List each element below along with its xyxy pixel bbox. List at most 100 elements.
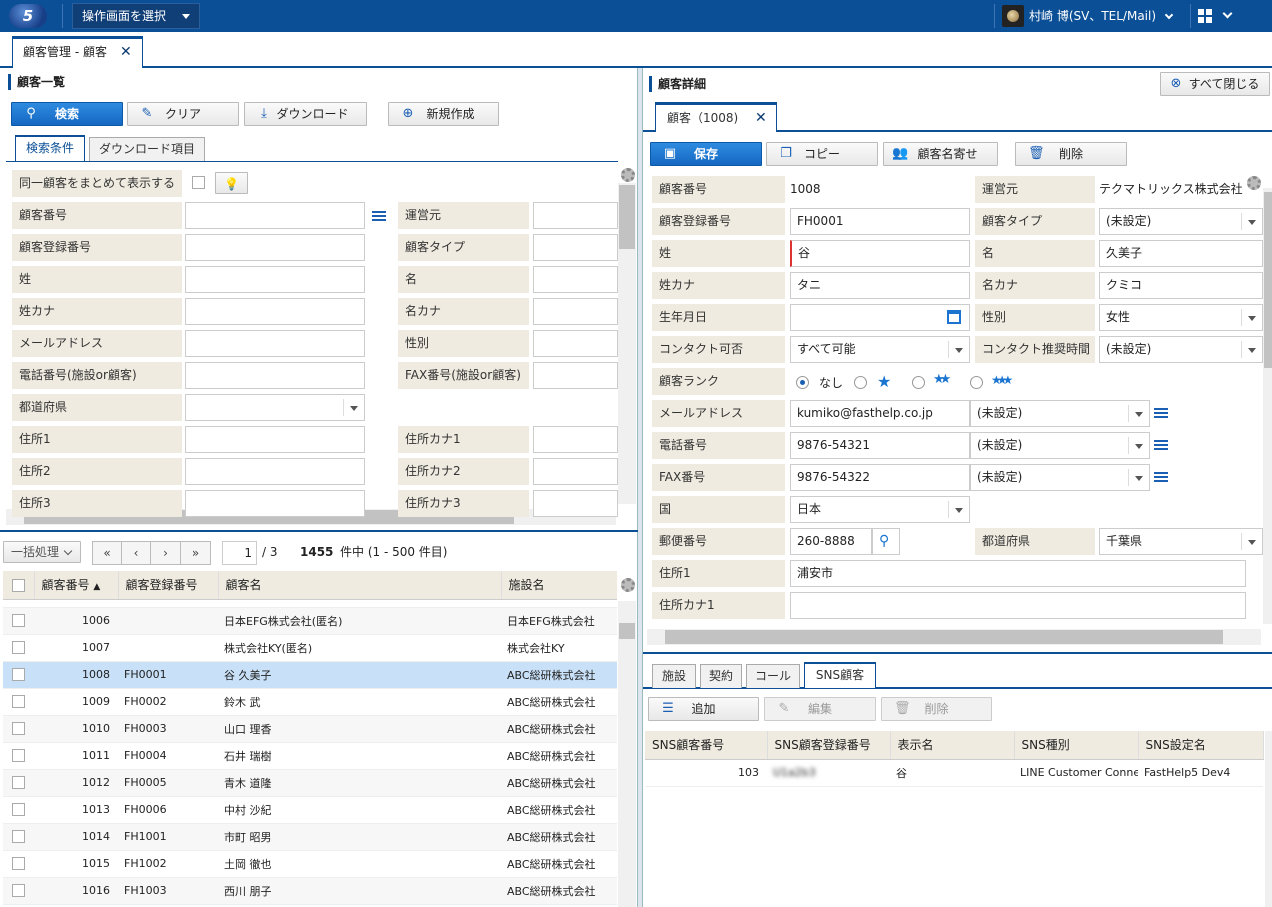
criteria-input[interactable] — [533, 490, 618, 517]
clear-button[interactable]: ✎ クリア — [127, 102, 239, 126]
input-addr1_kana[interactable] — [790, 592, 1246, 619]
sns-column-header[interactable]: 表示名 — [890, 731, 1015, 760]
detail-scrollbar[interactable] — [1263, 188, 1272, 624]
rank-radio-1[interactable] — [854, 376, 867, 389]
criteria-input[interactable] — [533, 458, 618, 485]
input-contact_time[interactable]: (未設定) — [1099, 336, 1263, 363]
criteria-input[interactable] — [185, 298, 365, 325]
row-checkbox[interactable] — [12, 830, 25, 844]
same-customer-checkbox[interactable] — [192, 176, 205, 189]
gear-icon[interactable] — [621, 168, 635, 182]
sns-edit-button[interactable]: ✎ 編集 — [764, 697, 876, 721]
hint-button[interactable]: 💡 — [215, 172, 248, 194]
table-row[interactable]: 1016 FH1003 西川 朋子 ABC総研株式会社 — [3, 877, 617, 905]
select-all-header[interactable] — [3, 571, 35, 600]
criteria-input[interactable] — [533, 298, 618, 325]
input-tel[interactable]: 9876-54321 — [790, 432, 970, 459]
last-page-button[interactable]: » — [180, 541, 211, 565]
table-row[interactable]: 1014 FH1001 市町 昭男 ABC総研株式会社 — [3, 823, 617, 851]
row-checkbox[interactable] — [12, 614, 25, 628]
new-button[interactable]: ⊕ 新規作成 — [388, 102, 499, 126]
tab-bottom-2[interactable]: コール — [746, 664, 800, 688]
table-row[interactable]: 1008 FH0001 谷 久美子 ABC総研株式会社 — [3, 661, 617, 689]
criteria-input[interactable] — [185, 458, 365, 485]
select-all-checkbox[interactable] — [12, 578, 25, 592]
criteria-input[interactable] — [533, 266, 618, 293]
row-checkbox[interactable] — [12, 857, 25, 871]
criteria-scrollbar[interactable] — [618, 183, 636, 504]
input-contact[interactable]: すべて可能 — [790, 336, 970, 363]
sns-column-header[interactable]: SNS顧客登録番号 — [767, 731, 891, 760]
apps-grid-icon[interactable] — [1198, 9, 1212, 23]
calendar-icon[interactable] — [947, 310, 961, 324]
list-icon[interactable] — [1154, 408, 1168, 419]
input-addr1[interactable]: 浦安市 — [790, 560, 1246, 587]
rank-radio-2[interactable] — [912, 376, 925, 389]
table-row[interactable]: 1009 FH0002 鈴木 武 ABC総研株式会社 — [3, 688, 617, 716]
criteria-input[interactable] — [533, 362, 618, 389]
row-checkbox[interactable] — [12, 695, 25, 709]
input-email_type[interactable]: (未設定) — [970, 400, 1150, 427]
app-logo[interactable]: 5 — [9, 4, 47, 28]
criteria-input[interactable] — [185, 426, 365, 453]
input-pref[interactable]: 千葉県 — [1099, 528, 1263, 555]
input-type[interactable]: (未設定) — [1099, 208, 1263, 235]
list-icon[interactable] — [372, 211, 386, 222]
table-row[interactable]: 1007 株式会社KY(匿名) 株式会社KY — [3, 634, 617, 662]
input-gender[interactable]: 女性 — [1099, 304, 1263, 331]
input-fax[interactable]: 9876-54322 — [790, 464, 970, 491]
sns-column-header[interactable]: SNS顧客番号 — [645, 731, 768, 760]
sns-add-button[interactable]: ☰ 追加 — [648, 697, 759, 721]
row-checkbox[interactable] — [12, 749, 25, 763]
criteria-input[interactable] — [533, 234, 618, 261]
rank-radio-3[interactable] — [970, 376, 983, 389]
tab-search-criteria[interactable]: 検索条件 — [15, 135, 85, 161]
sns-column-header[interactable]: SNS設定名 — [1138, 731, 1264, 760]
table-row[interactable]: 1006 日本EFG株式会社(匿名) 日本EFG株式会社 — [3, 607, 617, 635]
column-header-facility[interactable]: 施設名 — [501, 571, 617, 600]
tab-bottom-0[interactable]: 施設 — [652, 664, 696, 688]
input-last_kana[interactable]: タニ — [790, 272, 970, 299]
row-checkbox[interactable] — [12, 884, 25, 898]
first-page-button[interactable]: « — [92, 541, 122, 565]
table-row[interactable]: 1012 FH0005 青木 道隆 ABC総研株式会社 — [3, 769, 617, 797]
input-country[interactable]: 日本 — [790, 496, 970, 523]
input-birth[interactable] — [790, 304, 970, 331]
criteria-input[interactable] — [185, 394, 365, 421]
criteria-input[interactable] — [185, 330, 365, 357]
input-first[interactable]: 久美子 — [1099, 240, 1263, 267]
tab-bottom-3[interactable]: SNS顧客 — [804, 662, 876, 688]
column-header-customer-no[interactable]: 顧客番号 ▲ — [34, 571, 119, 600]
gear-icon[interactable] — [621, 578, 635, 592]
row-checkbox[interactable] — [12, 803, 25, 817]
list-icon[interactable] — [1154, 472, 1168, 483]
input-tel_type[interactable]: (未設定) — [970, 432, 1150, 459]
sns-column-header[interactable]: SNS種別 — [1014, 731, 1139, 760]
criteria-input[interactable] — [185, 202, 365, 229]
page-input[interactable]: 1 — [222, 541, 257, 565]
download-button[interactable]: ⤓ ダウンロード — [244, 102, 367, 126]
sns-scrollbar[interactable] — [1265, 731, 1272, 907]
close-icon[interactable]: ✕ — [120, 39, 132, 66]
column-header-name[interactable]: 顧客名 — [218, 571, 502, 600]
list-icon[interactable] — [1154, 440, 1168, 451]
criteria-input[interactable] — [185, 234, 365, 261]
input-email[interactable]: kumiko@fasthelp.co.jp — [790, 400, 970, 427]
row-checkbox[interactable] — [12, 668, 25, 682]
detail-hscrollbar[interactable] — [647, 629, 1261, 645]
search-button[interactable]: ⚲ 検索 — [11, 102, 123, 126]
chevron-down-icon[interactable] — [1222, 8, 1233, 19]
screen-select-dropdown[interactable]: 操作画面を選択 — [72, 3, 200, 29]
prev-page-button[interactable]: ‹ — [121, 541, 151, 565]
next-page-button[interactable]: › — [150, 541, 181, 565]
row-checkbox[interactable] — [12, 641, 25, 655]
zip-search-button[interactable]: ⚲ — [872, 528, 900, 555]
tab-customer-management[interactable]: 顧客管理 - 顧客 ✕ — [12, 36, 143, 68]
table-row[interactable]: 1015 FH1002 土岡 徹也 ABC総研株式会社 — [3, 850, 617, 878]
bulk-action-dropdown[interactable]: 一括処理 — [3, 541, 81, 563]
input-first_kana[interactable]: クミコ — [1099, 272, 1263, 299]
criteria-input[interactable] — [533, 330, 618, 357]
criteria-input[interactable] — [533, 426, 618, 453]
sns-delete-button[interactable]: 🗑 削除 — [881, 697, 992, 721]
column-header-reg-no[interactable]: 顧客登録番号 — [118, 571, 219, 600]
